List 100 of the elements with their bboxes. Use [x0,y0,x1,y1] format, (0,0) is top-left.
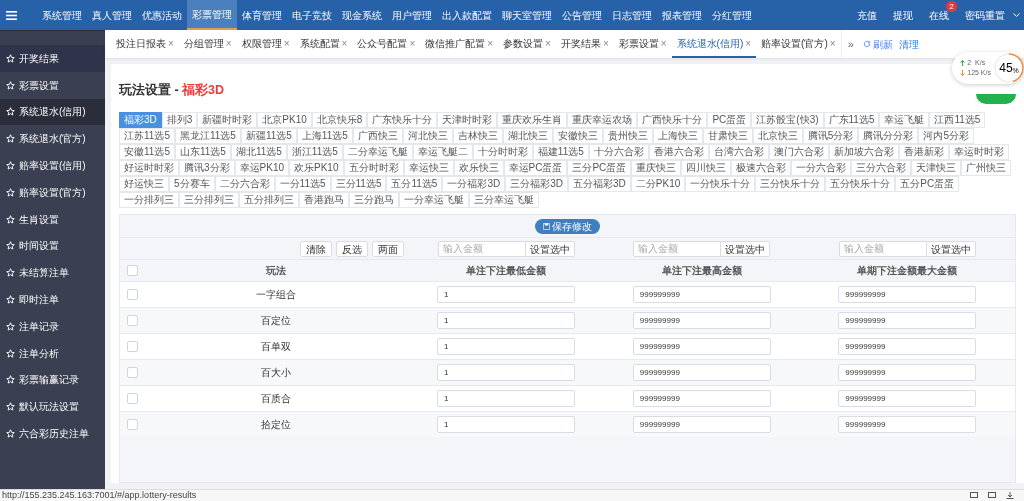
nav-item[interactable]: 公告管理 [557,0,607,30]
sidebar-item[interactable]: 生肖设置 [0,205,105,233]
screen-icon[interactable] [970,492,978,499]
amount-input[interactable]: 999999999 [838,416,977,433]
checkbox[interactable] [126,341,138,352]
lottery-tab[interactable]: PC蛋蛋 [707,112,752,128]
lottery-tab[interactable]: 重庆欢乐生肖 [497,112,568,128]
amount-input[interactable]: 999999999 [838,312,977,329]
close-icon[interactable]: × [829,35,836,51]
sidebar-item[interactable]: 未结算注单 [0,259,105,287]
lottery-tab[interactable]: 湖北11选5 [230,144,287,160]
lottery-tab[interactable]: 山东11选5 [174,144,231,160]
lottery-tab[interactable]: 一分快乐十分 [685,176,756,192]
screen-icon[interactable] [988,492,996,499]
lottery-tab[interactable]: 好运时时彩 [119,160,179,176]
lottery-tab[interactable]: 幸运飞艇 [879,112,930,128]
lottery-tab[interactable]: 三分快乐十分 [755,176,826,192]
nav-item[interactable]: 真人管理 [87,0,137,30]
amount-input[interactable]: 1 [437,364,576,381]
lottery-tab[interactable]: 新疆时时彩 [197,112,258,128]
lottery-tab[interactable]: 腾讯5分彩 [802,128,859,144]
nav-item[interactable]: 分红管理 [707,0,757,30]
lottery-tab[interactable]: 北京快三 [752,128,803,144]
lottery-tab[interactable]: 江苏骰宝(快3) [751,112,824,128]
lottery-tab[interactable]: 香港新彩 [898,144,949,160]
menu-icon[interactable] [6,10,17,20]
checkbox[interactable] [126,367,138,378]
amount-input[interactable]: 输入金额 [633,240,722,257]
lottery-tab[interactable]: 三分福彩3D [505,176,568,192]
lottery-tab[interactable]: 广西快乐十分 [637,112,708,128]
amount-input[interactable]: 999999999 [838,338,977,355]
lottery-tab[interactable]: 一分福彩3D [442,176,506,192]
amount-input[interactable]: 输入金额 [437,240,526,257]
nav-item[interactable]: 日志管理 [607,0,657,30]
chevron-down-icon[interactable] [1013,12,1020,18]
lottery-tab[interactable]: 十分六合彩 [588,144,649,160]
lottery-tab[interactable]: 三分幸运飞艇 [469,192,539,208]
lottery-tab[interactable]: 幸运PK10 [234,160,290,176]
more-tabs-button[interactable]: » [840,30,860,58]
nav-item[interactable]: 电子竞技 [287,0,337,30]
action-button[interactable] [976,94,1016,104]
amount-input[interactable]: 999999999 [632,286,771,303]
lottery-tab[interactable]: 江西11选5 [929,112,986,128]
sidebar-item[interactable]: 即时注单 [0,286,105,313]
lottery-tab[interactable]: 湖北快三 [502,128,553,144]
lottery-tab[interactable]: 甘肃快三 [702,128,753,144]
tab[interactable]: 分组管理 × [178,30,237,58]
nav-item[interactable]: 报表管理 [657,0,707,30]
tab[interactable]: 投注日报表 × [111,30,179,58]
nav-item[interactable]: 聊天室管理 [497,0,557,30]
lottery-tab[interactable]: 幸运快三 [403,160,454,176]
lottery-tab[interactable]: 上海快三 [652,128,703,144]
amount-input[interactable]: 999999999 [632,416,771,433]
lottery-tab[interactable]: 北京快乐8 [311,112,368,128]
lottery-tab[interactable]: 一分幸运飞艇 [399,192,469,208]
set-selected-button[interactable]: 设置选中 [525,240,575,257]
amount-input[interactable]: 1 [437,416,576,433]
lottery-tab[interactable]: 三分PC蛋蛋 [567,160,632,176]
amount-input[interactable]: 999999999 [838,364,977,381]
lottery-tab[interactable]: 新加坡六合彩 [828,144,899,160]
lottery-tab[interactable]: 五分时时彩 [343,160,404,176]
header-link[interactable]: 充值 [849,7,885,23]
lottery-tab[interactable]: 十分时时彩 [472,144,533,160]
lottery-tab[interactable]: 浙江11选5 [286,144,343,160]
tab[interactable]: 权限管理 × [236,30,295,58]
checkbox[interactable] [126,419,138,430]
download-icon[interactable] [1006,492,1014,499]
amount-input[interactable]: 999999999 [632,312,771,329]
sidebar-item[interactable]: 六合彩历史注单 [0,420,105,447]
lottery-tab[interactable]: 上海11选5 [296,128,353,144]
lottery-tab[interactable]: 5分赛车 [169,176,215,192]
lottery-tab[interactable]: 三分11选5 [330,176,387,192]
close-icon[interactable]: × [545,35,551,51]
checkbox[interactable] [126,393,138,404]
set-selected-button[interactable]: 设置选中 [926,240,976,257]
close-icon[interactable]: × [660,35,667,51]
tab[interactable]: 微信推广配置 × [420,30,499,58]
tab[interactable]: 系统退水(信用) × [671,30,757,58]
lottery-tab[interactable]: 二分PK10 [630,176,686,192]
amount-input[interactable]: 999999999 [838,286,977,303]
lottery-tab[interactable]: 重庆幸运农场 [567,112,638,128]
lottery-tab[interactable]: 一分排列三 [119,192,179,208]
sidebar-item[interactable]: 时间设置 [0,232,105,260]
lottery-tab[interactable]: 二分幸运飞艇 [342,144,413,160]
lottery-tab[interactable]: 极速六合彩 [731,160,792,176]
lottery-tab[interactable]: 五分快乐十分 [825,176,896,192]
lottery-tab[interactable]: 欢乐PK10 [289,160,344,176]
close-icon[interactable]: × [283,35,290,51]
lottery-tab[interactable]: 腾讯分分彩 [858,128,919,144]
lottery-tab[interactable]: 三分六合彩 [851,160,912,176]
lottery-tab[interactable]: 一分六合彩 [791,160,852,176]
lottery-tab[interactable]: 排列3 [161,112,198,128]
close-icon[interactable]: × [487,35,494,51]
sidebar-item[interactable]: 注单记录 [0,312,105,340]
nav-item[interactable]: 出入款配置 [437,0,497,30]
sidebar-item[interactable]: 彩票输赢记录 [0,366,105,394]
amount-input[interactable]: 输入金额 [838,240,927,257]
lottery-tab[interactable]: 安徽11选5 [119,144,175,160]
lottery-tab[interactable]: 广东11选5 [823,112,880,128]
checkbox[interactable] [126,265,138,276]
